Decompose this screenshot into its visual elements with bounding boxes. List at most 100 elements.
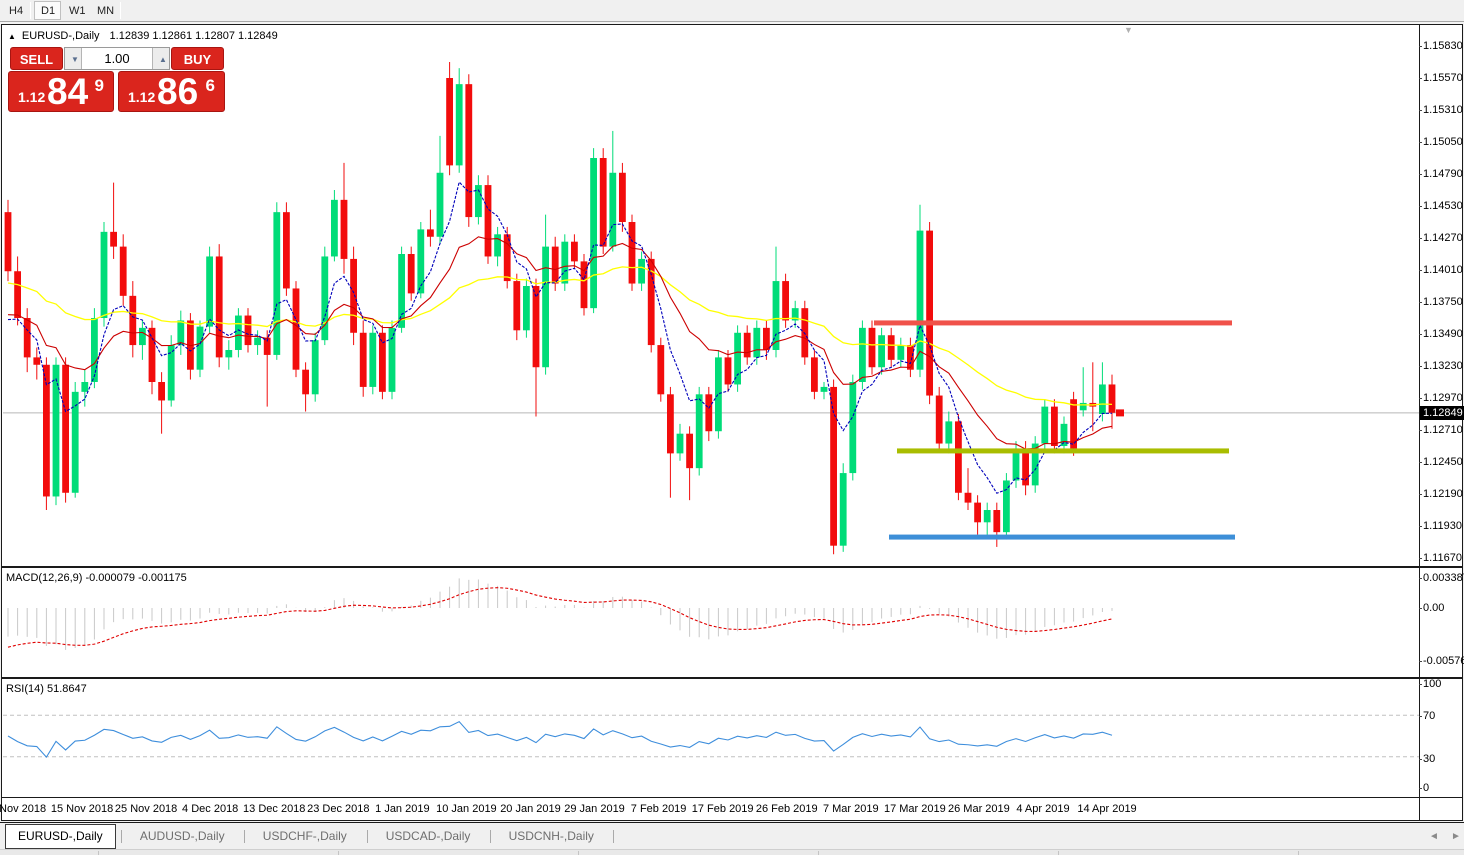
price-axis-label: 1.14270 <box>1423 232 1463 244</box>
price-axis-label: 1.15310 <box>1423 104 1463 116</box>
candle-body <box>1080 403 1087 410</box>
status-separator <box>1058 851 1059 855</box>
candle-body <box>533 286 540 367</box>
window-bottom-border <box>1 820 1463 821</box>
candle-body <box>216 256 223 357</box>
indicator-axis-label: 100 <box>1423 678 1463 690</box>
candle-body <box>984 510 991 522</box>
date-axis-label: 25 Nov 2018 <box>115 803 177 815</box>
candle-body <box>590 158 597 308</box>
candle-body <box>24 318 31 357</box>
indicator-axis-label: 30 <box>1423 753 1463 765</box>
timeframe-button-mn[interactable]: MN <box>90 1 117 20</box>
candle-body <box>197 327 204 370</box>
candle-body <box>177 320 184 345</box>
candle-body <box>437 173 444 237</box>
timeframe-button-d1[interactable]: D1 <box>34 1 61 20</box>
chart-tab-usdcad[interactable]: USDCAD-,Daily <box>374 825 483 848</box>
indicator-axis-tick <box>1419 684 1422 685</box>
status-separator <box>98 851 99 855</box>
candle-body <box>657 345 664 394</box>
price-axis-label: 1.12710 <box>1423 424 1463 436</box>
indicator-axis-tick <box>1419 608 1422 609</box>
chart-tabbar: EURUSD-,Daily AUDUSD-,Daily USDCHF-,Daily U… <box>0 822 1464 849</box>
date-axis-label: 29 Jan 2019 <box>564 803 625 815</box>
candle-body <box>753 328 760 358</box>
candle-body <box>696 394 703 468</box>
tab-scroll-left-icon[interactable]: ◄ <box>1428 831 1440 843</box>
timeframe-button-h4[interactable]: H4 <box>2 1 29 20</box>
main-chart-plot[interactable] <box>0 25 1419 566</box>
date-axis-label: 17 Mar 2019 <box>884 803 946 815</box>
price-axis-label: 1.14010 <box>1423 264 1463 276</box>
support-line[interactable] <box>889 535 1235 540</box>
price-axis-tick <box>1419 494 1422 495</box>
date-axis-label: 7 Feb 2019 <box>631 803 687 815</box>
candle-body <box>965 493 972 503</box>
timeframe-button-w1[interactable]: W1 <box>62 1 89 20</box>
candle-body <box>465 84 472 217</box>
candle-body <box>926 231 933 396</box>
candle-body <box>974 503 981 523</box>
resistance-line[interactable] <box>874 320 1232 325</box>
candle-body <box>446 78 453 165</box>
candle-body <box>427 229 434 236</box>
candle-body <box>341 200 348 259</box>
chart-tab-audusd[interactable]: AUDUSD-,Daily <box>128 825 237 848</box>
mid-line[interactable] <box>897 448 1229 453</box>
candle-body <box>1109 384 1116 412</box>
price-axis-tick <box>1419 558 1422 559</box>
date-axis-label: 6 Nov 2018 <box>0 803 46 815</box>
candle-body <box>571 242 578 262</box>
candle-body <box>302 370 309 395</box>
price-axis-tick <box>1419 142 1422 143</box>
date-axis-label: 14 Apr 2019 <box>1077 803 1136 815</box>
price-axis-label: 1.13230 <box>1423 360 1463 372</box>
chart-tab-usdcnh[interactable]: USDCNH-,Daily <box>497 825 606 848</box>
ma-mid-line <box>8 237 1112 449</box>
candle-body <box>283 212 290 288</box>
candle-body <box>350 259 357 333</box>
candle-body <box>523 286 530 330</box>
candle-body <box>609 173 616 247</box>
candle-body <box>840 473 847 546</box>
indicator-axis-label: 70 <box>1423 710 1463 722</box>
candle-body <box>293 288 300 369</box>
candle-body <box>456 84 463 165</box>
rsi-plot[interactable] <box>0 678 1419 797</box>
date-axis-label: 26 Feb 2019 <box>756 803 818 815</box>
tab-scroll-right-icon[interactable]: ► <box>1450 831 1462 843</box>
tab-separator <box>613 830 614 843</box>
candle-body <box>744 333 751 358</box>
date-axis-label: 4 Dec 2018 <box>182 803 238 815</box>
indicator-axis-label: 0.003387 <box>1423 572 1463 584</box>
macd-plot[interactable] <box>0 567 1419 677</box>
candle-body <box>101 232 108 318</box>
price-axis-label: 1.13490 <box>1423 328 1463 340</box>
status-separator <box>578 851 579 855</box>
date-axis-label: 17 Feb 2019 <box>692 803 754 815</box>
candle-body <box>945 421 952 443</box>
indicator-axis-tick <box>1419 661 1422 662</box>
candle-body <box>782 281 789 320</box>
candle-body <box>245 316 252 346</box>
price-axis-tick <box>1419 238 1422 239</box>
candle-body <box>993 510 1000 532</box>
date-axis-label: 10 Jan 2019 <box>436 803 497 815</box>
macd-signal-line <box>8 588 1112 648</box>
candle-body <box>821 387 828 392</box>
candle-body <box>686 434 693 468</box>
toolbar-separator <box>120 2 121 19</box>
chart-tab-eurusd[interactable]: EURUSD-,Daily <box>5 824 116 849</box>
candle-body <box>878 335 885 367</box>
price-axis-label: 1.12970 <box>1423 392 1463 404</box>
indicator-axis-tick <box>1419 716 1422 717</box>
date-axis-label: 23 Dec 2018 <box>307 803 369 815</box>
date-axis-label: 13 Dec 2018 <box>243 803 305 815</box>
price-axis-border <box>1419 25 1420 820</box>
date-axis-label: 1 Jan 2019 <box>375 803 429 815</box>
candle-body <box>542 247 549 368</box>
candle-body <box>552 247 559 284</box>
chart-tab-usdchf[interactable]: USDCHF-,Daily <box>251 825 359 848</box>
price-axis-label: 1.14530 <box>1423 200 1463 212</box>
